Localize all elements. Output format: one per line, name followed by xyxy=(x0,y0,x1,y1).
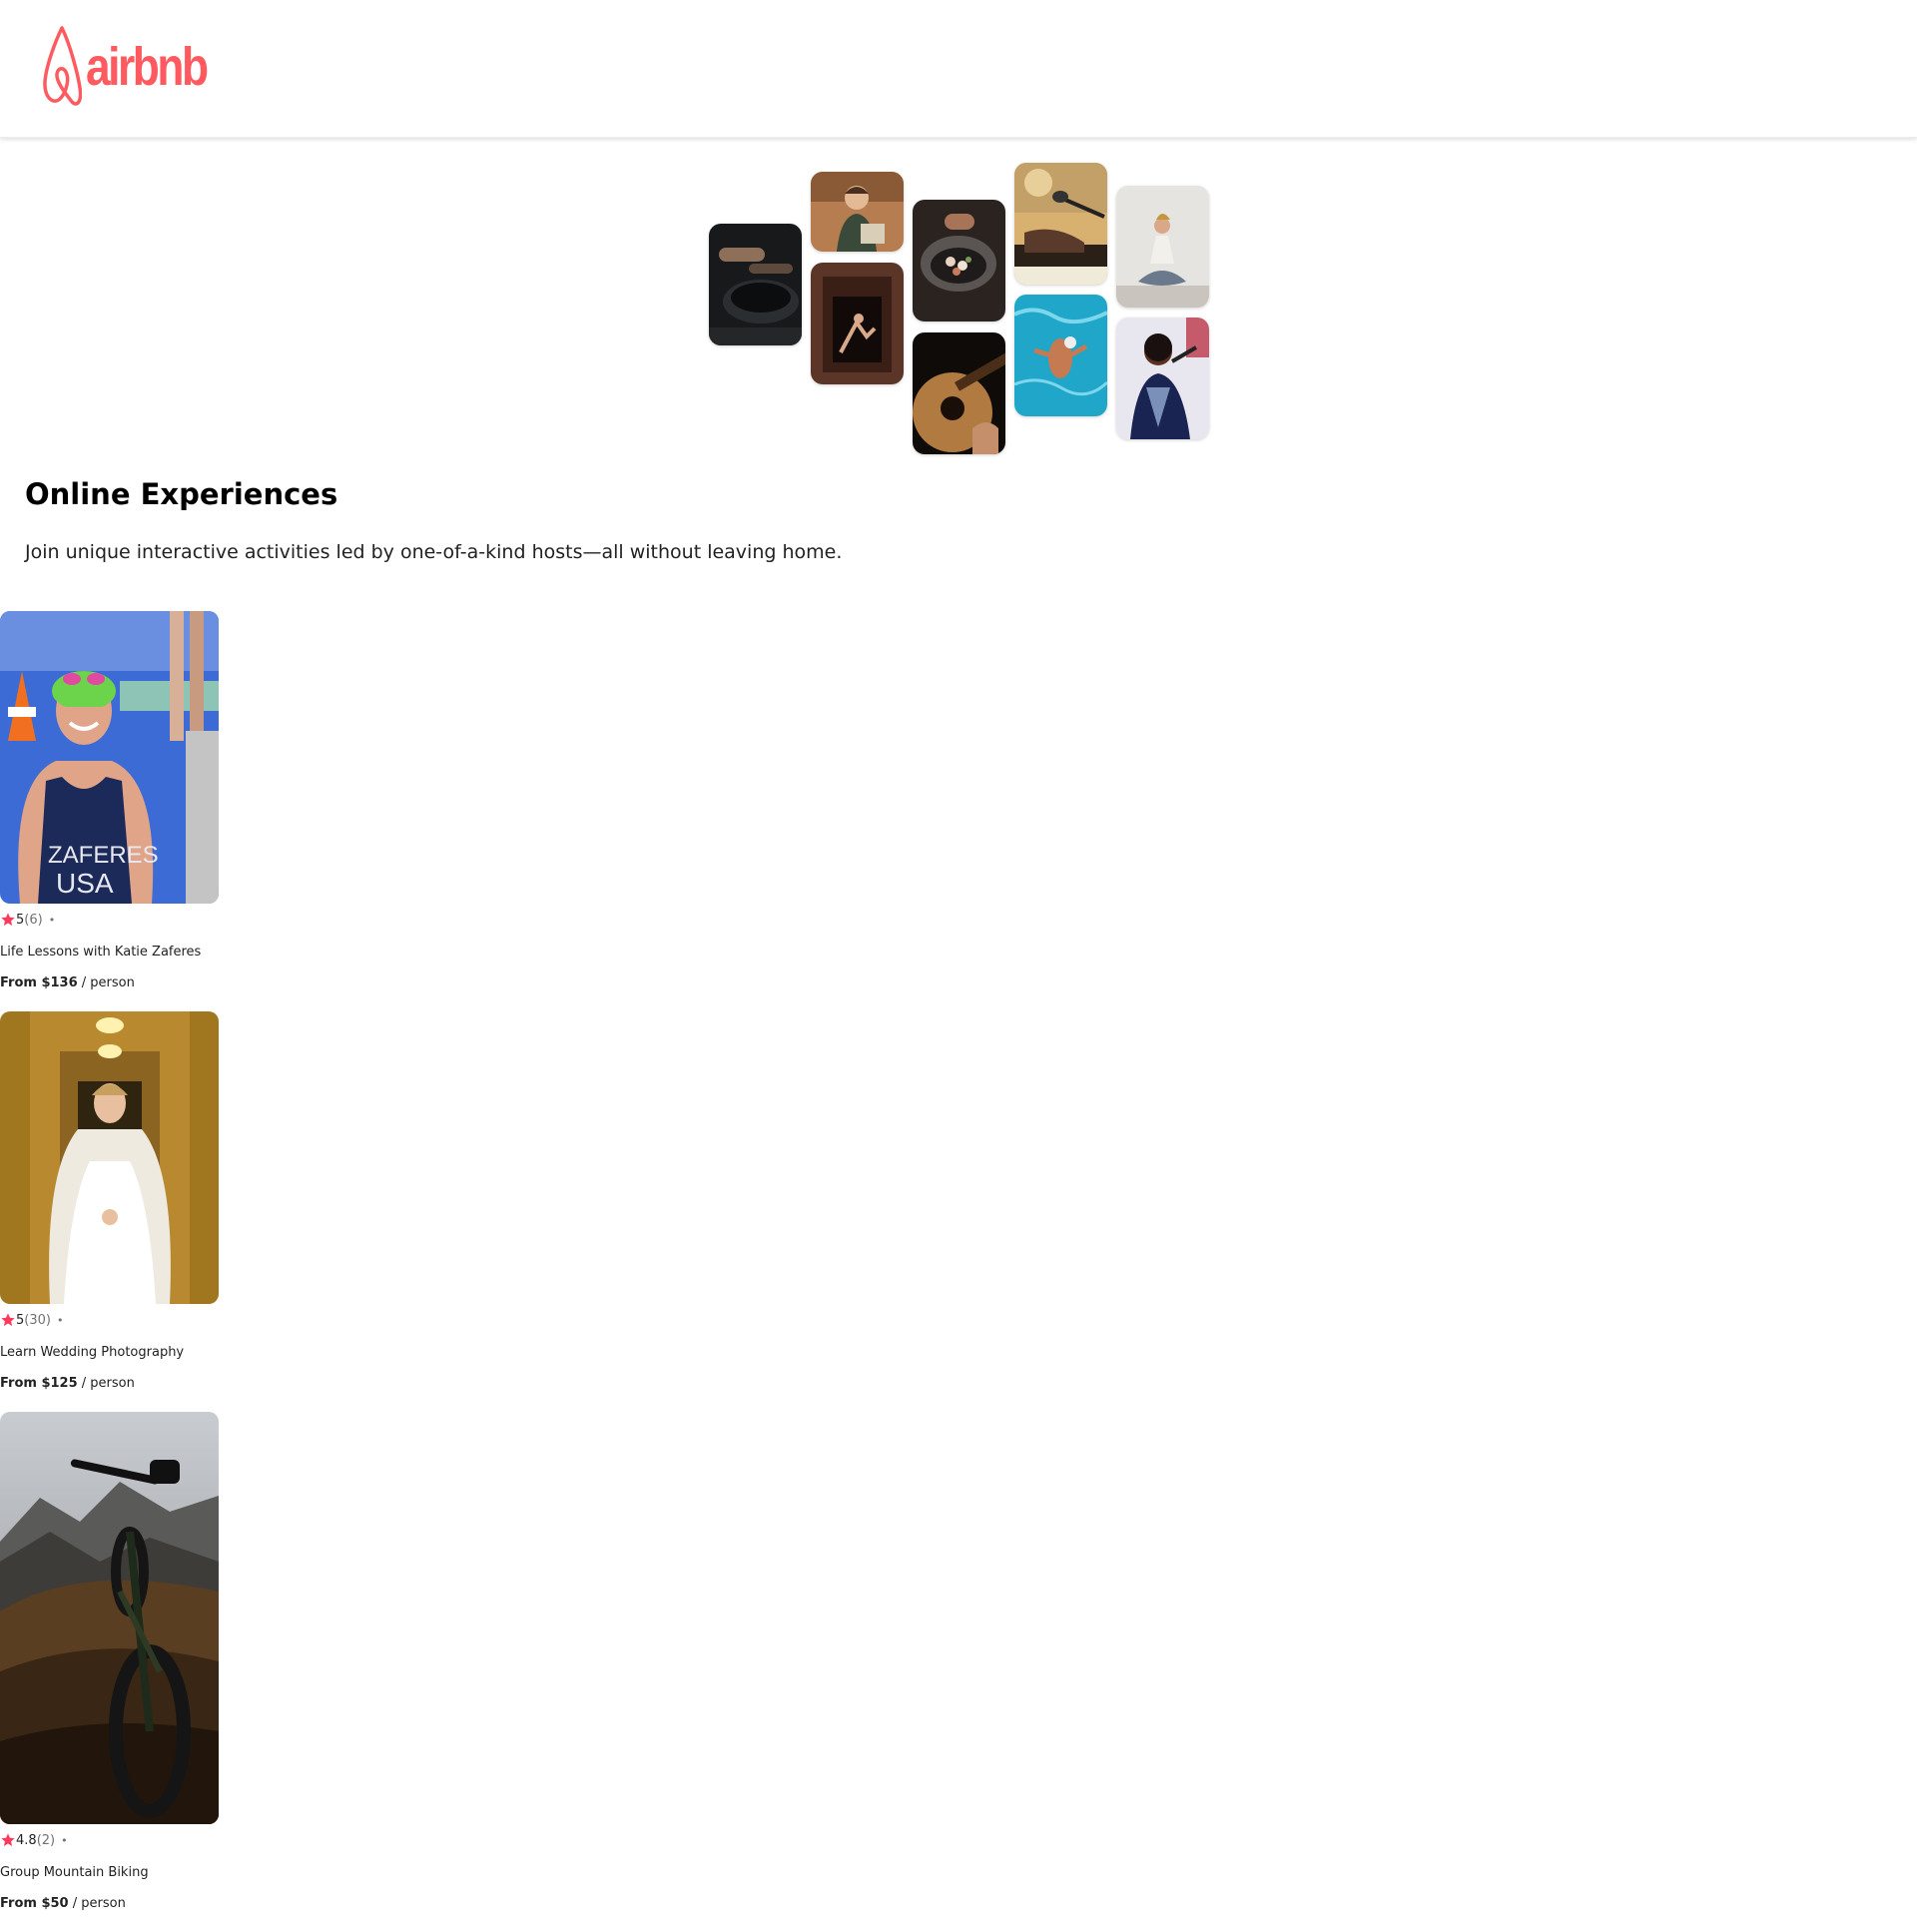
star-icon xyxy=(1,1833,15,1846)
collage-photo-plated-dish xyxy=(913,200,1005,322)
collage-photo-singer xyxy=(1116,318,1209,439)
collage-photo-cooking xyxy=(709,224,802,345)
collage-photo-meditation xyxy=(1116,186,1209,308)
price-unit: / person xyxy=(77,974,135,990)
review-count: (30) xyxy=(24,1312,51,1328)
collage-photo-guitar xyxy=(913,332,1005,454)
experience-card[interactable]: 4.8 (2) • Group Mountain Biking From $50… xyxy=(0,1412,219,1911)
price-amount: From $136 xyxy=(0,974,78,990)
rating-value: 4.8 xyxy=(16,1832,37,1848)
price-unit: / person xyxy=(68,1895,126,1911)
experience-price: From $125 / person xyxy=(0,1376,219,1392)
page-subtitle: Join unique interactive activities led b… xyxy=(25,541,843,563)
review-count: (6) xyxy=(24,912,43,928)
rating-value: 5 xyxy=(16,1312,25,1328)
rating-row: 4.8 (2) • xyxy=(0,1830,219,1850)
review-count: (2) xyxy=(36,1832,56,1848)
experience-title[interactable]: Life Lessons with Katie Zaferes xyxy=(0,945,219,961)
rating-separator: • xyxy=(61,1833,68,1847)
star-icon xyxy=(1,1313,15,1326)
star-icon xyxy=(1,913,15,926)
experience-title[interactable]: Learn Wedding Photography xyxy=(0,1345,219,1361)
rating-value: 5 xyxy=(16,912,25,928)
svg-text:USA: USA xyxy=(56,868,114,899)
experience-card[interactable]: ZAFERES USA 5 (6) • Life Lessons with Ka… xyxy=(0,611,219,990)
price-amount: From $125 xyxy=(0,1375,78,1391)
svg-text:ZAFERES: ZAFERES xyxy=(48,842,159,869)
experience-price: From $50 / person xyxy=(0,1896,219,1912)
collage-photo-dancer xyxy=(811,263,904,384)
experience-price: From $136 / person xyxy=(0,975,219,991)
experience-title[interactable]: Group Mountain Biking xyxy=(0,1865,219,1881)
collage-photo-piano xyxy=(1014,163,1107,285)
page-title: Online Experiences xyxy=(25,477,338,511)
collage-photo-host-cookbook xyxy=(811,172,904,252)
price-amount: From $50 xyxy=(0,1895,69,1911)
collage-photo-swimmer xyxy=(1014,295,1107,416)
experience-photo-athlete[interactable]: ZAFERES USA xyxy=(0,611,219,904)
experience-photo-bride[interactable] xyxy=(0,1011,219,1304)
experience-photo-mountain-bike[interactable] xyxy=(0,1412,219,1824)
rating-separator: • xyxy=(48,913,56,927)
rating-row: 5 (6) • xyxy=(0,910,219,930)
rating-row: 5 (30) • xyxy=(0,1310,219,1330)
experience-card[interactable]: 5 (30) • Learn Wedding Photography From … xyxy=(0,1011,219,1391)
price-unit: / person xyxy=(77,1375,135,1391)
hero-collage xyxy=(0,0,1917,469)
rating-separator: • xyxy=(56,1313,64,1327)
